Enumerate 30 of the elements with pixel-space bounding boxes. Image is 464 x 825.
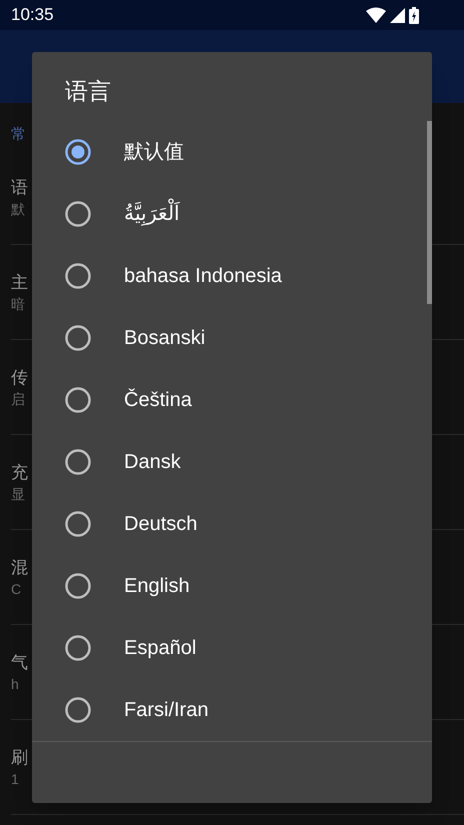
- setting-title: 语: [11, 178, 28, 196]
- setting-value: 启: [11, 392, 25, 406]
- wifi-icon: [366, 7, 386, 23]
- setting-title: 气: [11, 654, 28, 670]
- signal-icon: [390, 8, 405, 22]
- dialog-title: 语言: [64, 77, 112, 106]
- setting-title: 混: [11, 558, 28, 576]
- language-option[interactable]: bahasa Indonesia: [32, 245, 432, 307]
- setting-value: 1: [11, 772, 19, 786]
- status-time: 10:35: [11, 4, 54, 26]
- language-option[interactable]: Bosanski: [32, 307, 432, 369]
- language-option[interactable]: Dansk: [32, 431, 432, 493]
- language-option[interactable]: English: [32, 555, 432, 617]
- setting-title: 主: [11, 274, 28, 290]
- language-option[interactable]: Farsi/Iran: [32, 679, 432, 741]
- setting-value: 显: [11, 486, 25, 500]
- section-header: 常: [11, 125, 27, 145]
- setting-title: 传: [11, 368, 28, 386]
- language-option[interactable]: Deutsch: [32, 493, 432, 555]
- setting-value: 默: [11, 202, 25, 216]
- setting-title: 刷: [11, 748, 28, 766]
- setting-value: 暗: [11, 296, 25, 310]
- setting-value: C: [11, 582, 22, 596]
- language-option[interactable]: Čeština: [32, 369, 432, 431]
- language-option[interactable]: Español: [32, 617, 432, 679]
- setting-title: 充: [11, 464, 28, 480]
- language-option[interactable]: 默认值: [32, 121, 432, 183]
- setting-value: h: [11, 676, 19, 690]
- battery-icon: [409, 6, 419, 24]
- language-option[interactable]: اَلْعَرَبِيَّةُ: [32, 183, 432, 245]
